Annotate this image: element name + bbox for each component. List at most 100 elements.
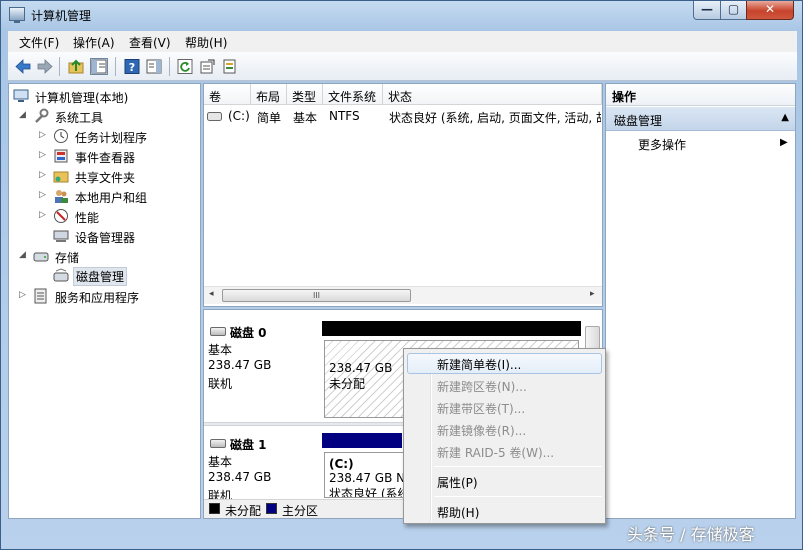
computer-management-window: 计算机管理 — ▢ ✕ 文件(F) 操作(A) 查看(V) 帮助(H) ? 计算… — [0, 0, 803, 550]
tree-label: 事件查看器 — [75, 151, 136, 165]
menu-bar: 文件(F) 操作(A) 查看(V) 帮助(H) — [8, 31, 797, 52]
computer-management-icon — [9, 7, 25, 23]
collapse-icon[interactable]: ◢ — [19, 110, 26, 120]
partition-status: 状态良好 (系统 — [329, 487, 404, 498]
tree-label: 设备管理器 — [75, 231, 136, 245]
menu-new-spanned-volume[interactable]: 新建跨区卷(N)... — [407, 375, 602, 396]
horizontal-scrollbar[interactable]: ◂ III ▸ — [204, 286, 602, 304]
close-button[interactable]: ✕ — [746, 1, 794, 20]
disk-size: 238.47 GB — [208, 470, 272, 484]
menu-help[interactable]: 帮助(H) — [407, 501, 602, 522]
device-manager-icon — [53, 230, 69, 242]
users-icon — [55, 190, 68, 203]
tree-label: 性能 — [75, 211, 100, 225]
disk-0-info[interactable]: 磁盘 0 基本 238.47 GB 联机 — [208, 324, 316, 392]
expand-icon[interactable]: ▷ — [39, 210, 46, 220]
menu-new-simple-volume[interactable]: 新建简单卷(I)... — [407, 353, 602, 374]
disk-icon — [210, 327, 226, 336]
tree-label: 任务计划程序 — [75, 131, 148, 145]
toolbar-separator — [169, 57, 170, 76]
section-label: 磁盘管理 — [614, 114, 663, 128]
scroll-right-icon[interactable]: ▸ — [590, 289, 595, 299]
toolbar: ? — [8, 52, 797, 81]
legend-swatch-unallocated — [209, 503, 220, 514]
primary-partition-c[interactable]: (C:) 238.47 GB N 状态良好 (系统 — [324, 452, 404, 498]
actions-header: 操作 — [606, 84, 795, 106]
expand-icon[interactable]: ▷ — [19, 290, 26, 300]
shared-folder-icon — [53, 171, 69, 183]
tree-label: 本地用户和组 — [75, 191, 148, 205]
disk-kind: 基本 — [208, 343, 233, 357]
scrollbar-thumb[interactable]: III — [222, 289, 411, 302]
performance-icon — [54, 209, 68, 223]
scroll-left-icon[interactable]: ◂ — [209, 289, 214, 299]
drive-icon — [207, 112, 222, 121]
disk-name: 磁盘 1 — [230, 438, 267, 452]
cell-filesystem: NTFS — [329, 109, 360, 123]
back-arrow-icon[interactable] — [14, 58, 32, 75]
column-header-status[interactable]: 状态 — [383, 84, 602, 105]
collapse-icon[interactable]: ◢ — [19, 250, 26, 260]
navigation-tree: 计算机管理(本地) ◢ 系统工具 ▷ 任务计划程序 ▷ 事件查看器 ▷ 共享文件… — [8, 83, 201, 519]
menu-separator — [434, 466, 602, 467]
computer-management-icon — [13, 89, 29, 102]
cell-status: 状态良好 (系统, 启动, 页面文件, 活动, 故 — [389, 111, 601, 125]
expand-icon[interactable]: ▷ — [39, 170, 46, 180]
disk-kind: 基本 — [208, 455, 233, 469]
help-icon[interactable]: ? — [123, 58, 141, 75]
clock-icon — [54, 129, 68, 143]
context-menu: 新建简单卷(I)... 新建跨区卷(N)... 新建带区卷(T)... 新建镜像… — [403, 348, 606, 524]
menu-new-striped-volume[interactable]: 新建带区卷(T)... — [407, 397, 602, 418]
volume-list: 卷 布局 类型 文件系统 状态 (C:) 简单 基本 NTFS 状态良好 (系统… — [203, 83, 603, 307]
partition-drive: (C:) — [329, 457, 354, 471]
forward-arrow-icon[interactable] — [36, 58, 54, 75]
menu-properties[interactable]: 属性(P) — [407, 471, 602, 492]
legend-swatch-primary — [266, 503, 277, 514]
expand-icon[interactable]: ▷ — [39, 150, 46, 160]
storage-icon — [33, 252, 49, 262]
menu-action[interactable]: 操作(A) — [73, 34, 115, 51]
disk-management-icon — [53, 268, 69, 282]
more-actions-label: 更多操作 — [638, 138, 687, 152]
unallocated-bar — [322, 321, 581, 336]
expand-icon[interactable]: ▷ — [39, 190, 46, 200]
tree-label: 系统工具 — [55, 111, 104, 125]
minimize-button[interactable]: — — [693, 1, 721, 20]
export-list-icon[interactable] — [221, 58, 239, 75]
actions-pane: 操作 磁盘管理 ▲ 更多操作 ▶ — [605, 83, 796, 519]
column-header-layout[interactable]: 布局 — [251, 84, 287, 105]
menu-help[interactable]: 帮助(H) — [185, 34, 227, 51]
submenu-arrow-icon[interactable]: ▶ — [780, 137, 788, 148]
title-bar[interactable]: 计算机管理 — ▢ ✕ — [1, 1, 802, 29]
up-folder-icon[interactable] — [67, 58, 85, 75]
show-tree-icon[interactable] — [90, 58, 108, 75]
tree-label: 存储 — [55, 251, 80, 265]
actions-section-disk-management[interactable]: 磁盘管理 ▲ — [606, 107, 795, 131]
cell-volume: (C:) — [228, 109, 250, 123]
properties-icon[interactable] — [198, 58, 216, 75]
menu-view[interactable]: 查看(V) — [129, 34, 171, 51]
column-header-type[interactable]: 类型 — [287, 84, 323, 105]
menu-separator — [434, 496, 602, 497]
svg-text:?: ? — [129, 61, 135, 74]
collapse-section-icon[interactable]: ▲ — [781, 112, 789, 123]
refresh-icon[interactable] — [176, 58, 194, 75]
column-header-filesystem[interactable]: 文件系统 — [323, 84, 383, 105]
disk-1-info[interactable]: 磁盘 1 基本 238.47 GB 联机 — [208, 436, 316, 504]
menu-new-raid5-volume[interactable]: 新建 RAID-5 卷(W)... — [407, 441, 602, 462]
expand-icon[interactable]: ▷ — [39, 130, 46, 140]
tree-label: 磁盘管理 — [73, 267, 128, 286]
tools-icon — [35, 108, 49, 123]
services-icon — [34, 288, 47, 304]
menu-file[interactable]: 文件(F) — [19, 34, 59, 51]
legend-label-unallocated: 未分配 — [225, 504, 262, 518]
disk-state: 联机 — [208, 377, 233, 391]
column-header-volume[interactable]: 卷 — [204, 84, 251, 105]
menu-new-mirrored-volume[interactable]: 新建镜像卷(R)... — [407, 419, 602, 440]
maximize-button[interactable]: ▢ — [720, 1, 747, 20]
show-action-pane-icon[interactable] — [145, 58, 163, 75]
more-actions-link[interactable]: 更多操作 — [638, 136, 686, 153]
cell-layout: 简单 — [257, 111, 282, 125]
legend-label-primary: 主分区 — [282, 504, 319, 518]
window-title: 计算机管理 — [31, 9, 92, 23]
